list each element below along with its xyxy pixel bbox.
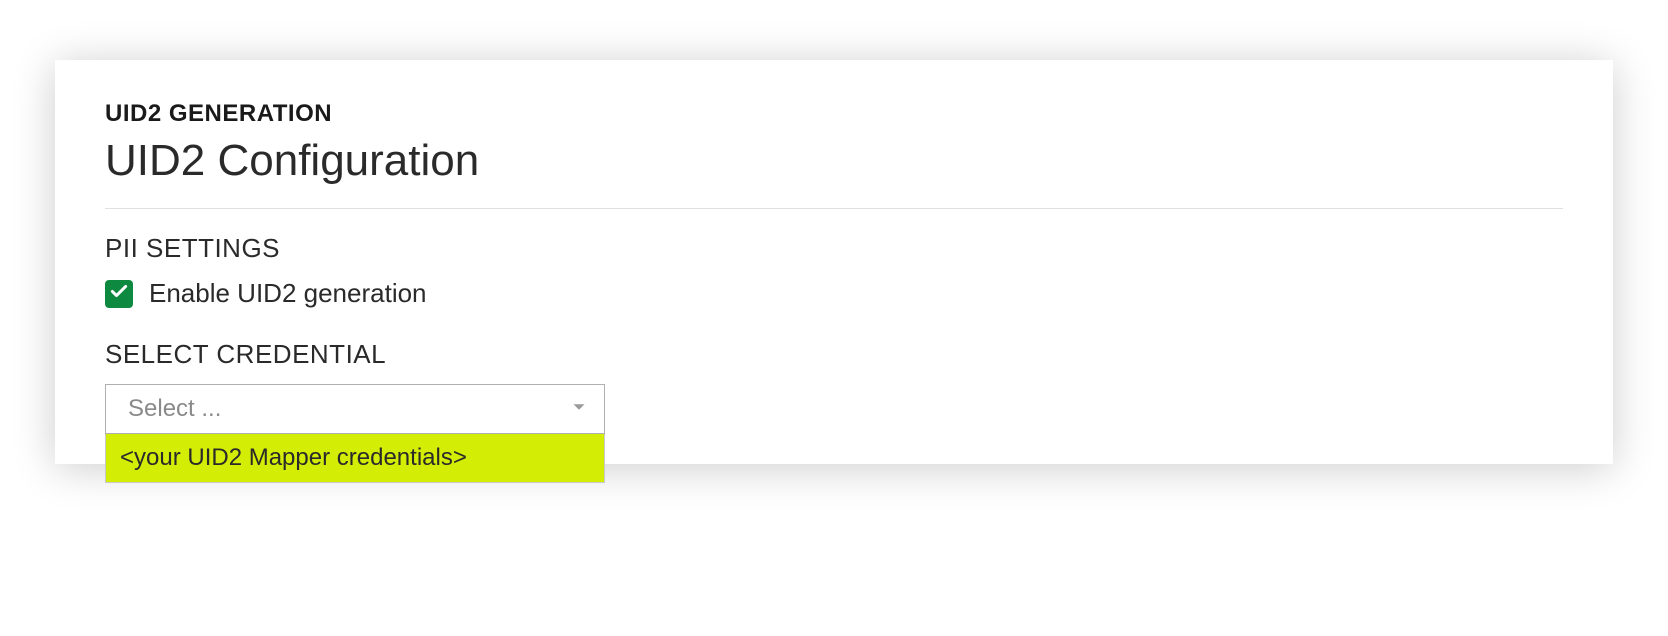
divider [105, 208, 1563, 209]
chevron-down-icon [568, 396, 590, 423]
credential-select-placeholder: Select ... [128, 395, 221, 423]
pii-section-label: PII SETTINGS [105, 233, 1563, 264]
check-icon [109, 281, 129, 306]
credential-section-label: SELECT CREDENTIAL [105, 339, 1563, 370]
enable-uid2-row[interactable]: Enable UID2 generation [105, 278, 1563, 309]
page-title: UID2 Configuration [105, 136, 1563, 186]
section-overline: UID2 GENERATION [105, 100, 1563, 128]
enable-uid2-label: Enable UID2 generation [149, 278, 427, 309]
enable-uid2-checkbox[interactable] [105, 280, 133, 308]
config-card: UID2 GENERATION UID2 Configuration PII S… [55, 60, 1613, 464]
credential-option[interactable]: <your UID2 Mapper credentials> [106, 434, 604, 482]
credential-select-wrap: Select ... <your UID2 Mapper credentials… [105, 384, 605, 434]
credential-select[interactable]: Select ... [105, 384, 605, 434]
credential-dropdown: <your UID2 Mapper credentials> [105, 434, 605, 483]
